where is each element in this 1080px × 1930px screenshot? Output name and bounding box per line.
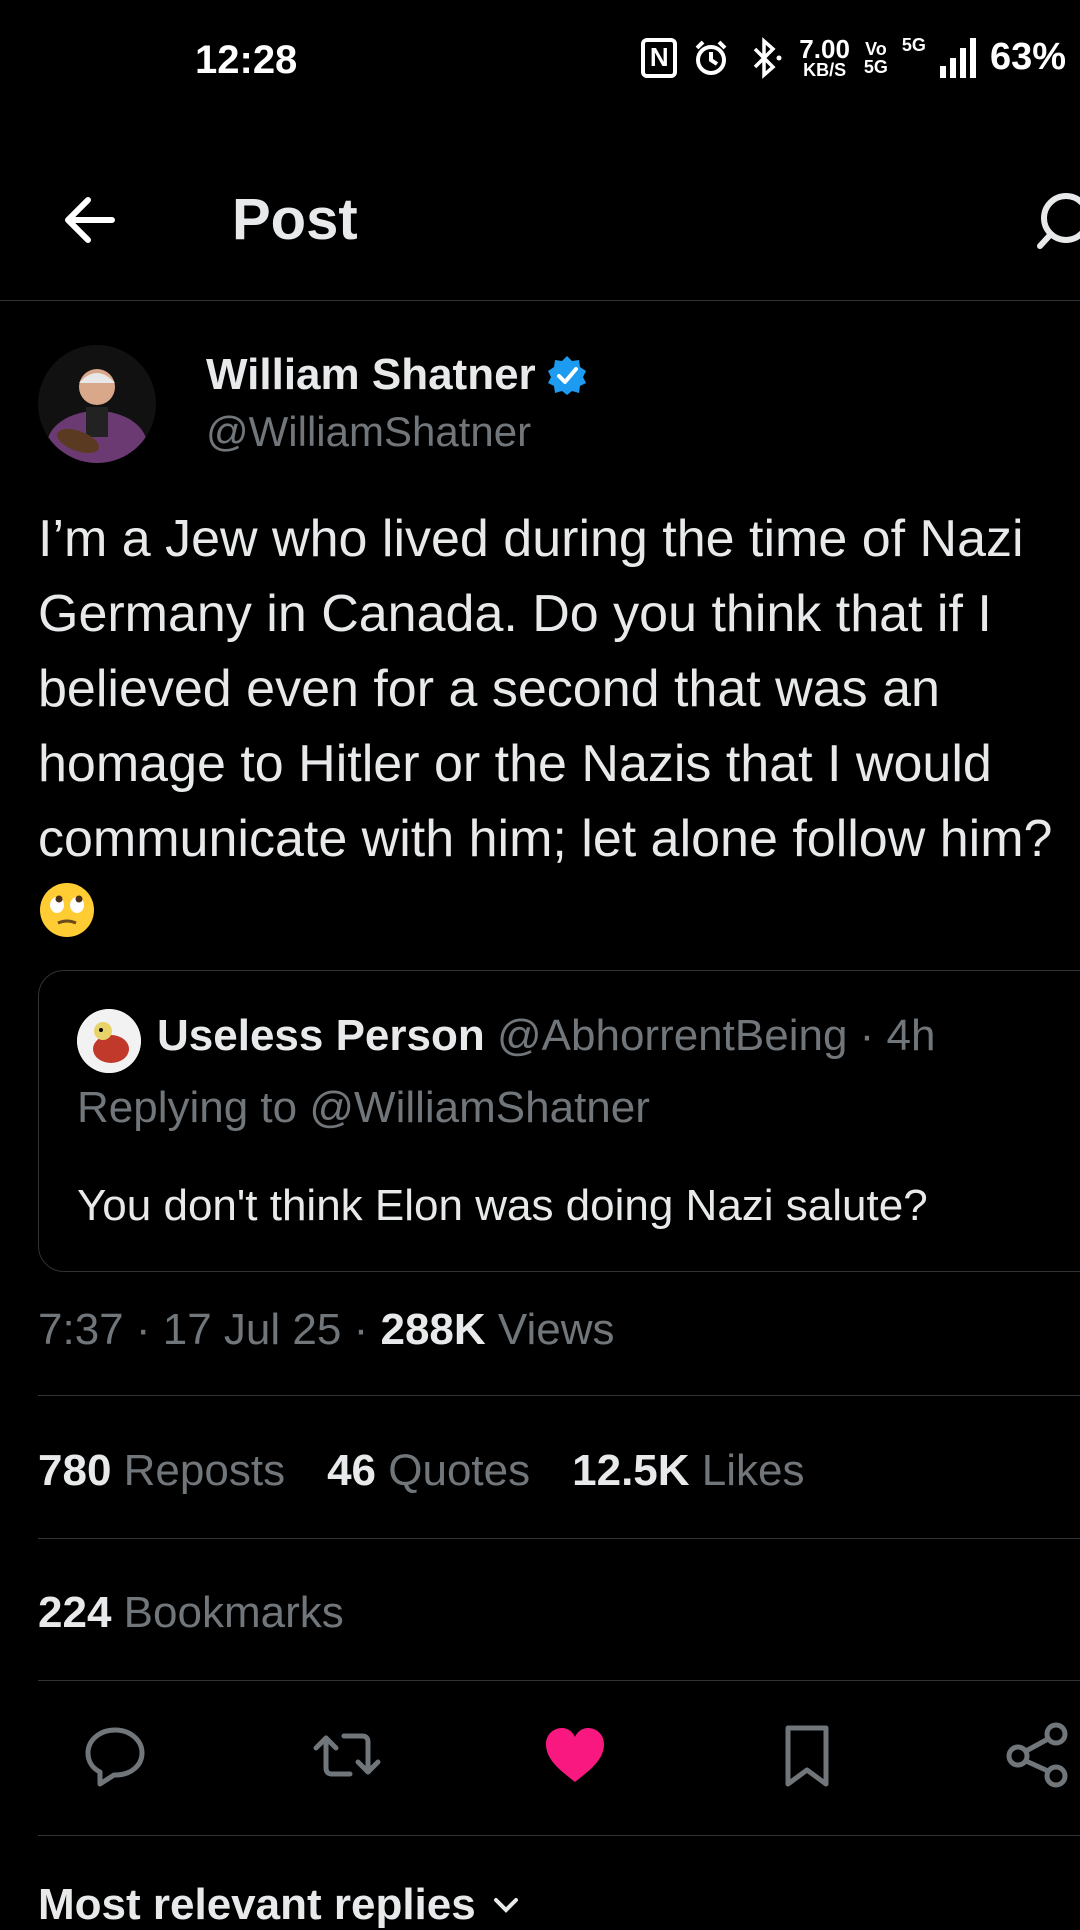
like-button[interactable]	[540, 1720, 610, 1790]
speed-unit: KB/S	[803, 59, 847, 80]
bookmarks-count: 224	[38, 1588, 112, 1637]
quoted-age: 4h	[886, 1011, 936, 1060]
bookmark-icon	[785, 1725, 829, 1787]
separator-dot: ·	[859, 1011, 875, 1060]
author-name[interactable]: William Shatner	[206, 350, 536, 400]
share-icon	[1006, 1722, 1068, 1788]
repost-button[interactable]	[312, 1720, 382, 1790]
reposts-count: 780	[38, 1446, 112, 1495]
separator-dot: ·	[353, 1305, 381, 1354]
network-type: 5G	[901, 35, 926, 55]
divider	[38, 1538, 1080, 1539]
volte-sub-label: 5G	[863, 56, 888, 77]
battery-level: 63%	[989, 36, 1066, 78]
likes-stat[interactable]: 12.5K Likes	[572, 1446, 804, 1496]
rolling-eyes-emoji-icon	[40, 883, 94, 937]
search-icon[interactable]	[1036, 188, 1080, 258]
signal-icon	[939, 37, 976, 78]
quoted-avatar-image	[77, 1009, 141, 1073]
likes-label: Likes	[701, 1446, 805, 1495]
author-photo	[38, 345, 156, 463]
divider	[38, 1680, 1080, 1681]
quoted-avatar[interactable]	[77, 1009, 141, 1073]
author-avatar[interactable]	[38, 345, 156, 463]
alarm-icon	[695, 40, 727, 75]
top-app-bar: Post	[0, 150, 1080, 301]
chevron-down-icon	[493, 1898, 518, 1913]
back-arrow-icon[interactable]	[58, 188, 122, 252]
post-time: 7:37	[38, 1305, 124, 1354]
repost-icon	[313, 1733, 381, 1777]
action-bar	[0, 1720, 1080, 1800]
nfc-icon: N	[641, 37, 678, 78]
speed-value: 7.00	[799, 33, 850, 64]
reply-button[interactable]	[80, 1720, 150, 1790]
author-handle[interactable]: @WilliamShatner	[206, 408, 531, 456]
reply-icon	[85, 1727, 145, 1787]
quotes-count: 46	[327, 1446, 377, 1495]
replies-sort-label: Most relevant replies	[38, 1880, 476, 1929]
tweet-text: I’m a Jew who lived during the time of N…	[38, 510, 1053, 868]
views-count: 288K	[380, 1305, 486, 1354]
bluetooth-icon	[754, 36, 782, 79]
replying-to-line: Replying to @WilliamShatner	[77, 1083, 650, 1133]
replies-sort-dropdown[interactable]: Most relevant replies	[38, 1880, 524, 1930]
volte-indicator: Vo 5G	[864, 40, 888, 76]
likes-count: 12.5K	[572, 1446, 690, 1495]
status-time: 12:28	[195, 38, 298, 82]
tweet-text-container: I’m a Jew who lived during the time of N…	[38, 502, 1058, 952]
bookmarks-stat[interactable]: 224 Bookmarks	[38, 1588, 344, 1638]
bookmark-button[interactable]	[772, 1720, 842, 1790]
network-speed: 7.00 KB/S	[799, 33, 850, 80]
share-button[interactable]	[1004, 1720, 1074, 1790]
volte-label: Vo	[865, 38, 887, 59]
quoted-header: Useless Person @AbhorrentBeing · 4h	[157, 1011, 936, 1061]
post-meta: 7:37 · 17 Jul 25 · 288K Views	[38, 1305, 614, 1355]
post-date: 17 Jul 25	[162, 1305, 342, 1354]
views-label: Views	[497, 1305, 615, 1354]
verified-badge-icon	[547, 356, 586, 395]
bookmarks-label: Bookmarks	[123, 1588, 344, 1637]
quotes-label: Quotes	[388, 1446, 531, 1495]
page-title: Post	[232, 187, 358, 252]
divider	[38, 1395, 1080, 1396]
heart-icon	[546, 1728, 604, 1782]
quoted-author-name[interactable]: Useless Person	[157, 1011, 485, 1060]
status-icons: N 7.00 KB/S Vo 5G 5G 63%	[641, 36, 1066, 79]
reposts-stat[interactable]: 780 Reposts	[38, 1446, 285, 1496]
replying-to-handle[interactable]: @WilliamShatner	[309, 1083, 650, 1132]
separator-dot: ·	[135, 1305, 163, 1354]
author-name-row[interactable]: William Shatner	[206, 350, 588, 400]
status-bar: 12:28 N 7.00 KB/S Vo 5G 5G 63%	[0, 0, 1080, 130]
divider	[38, 1835, 1080, 1836]
reposts-label: Reposts	[123, 1446, 286, 1495]
replying-prefix: Replying to	[77, 1083, 298, 1132]
quotes-stat[interactable]: 46 Quotes	[327, 1446, 530, 1496]
quoted-post-card[interactable]: Useless Person @AbhorrentBeing · 4h Repl…	[38, 970, 1080, 1272]
engagement-stats: 780 Reposts 46 Quotes 12.5K Likes	[38, 1446, 805, 1496]
quoted-author-handle[interactable]: @AbhorrentBeing	[497, 1011, 847, 1060]
quoted-text: You don't think Elon was doing Nazi salu…	[77, 1181, 928, 1230]
